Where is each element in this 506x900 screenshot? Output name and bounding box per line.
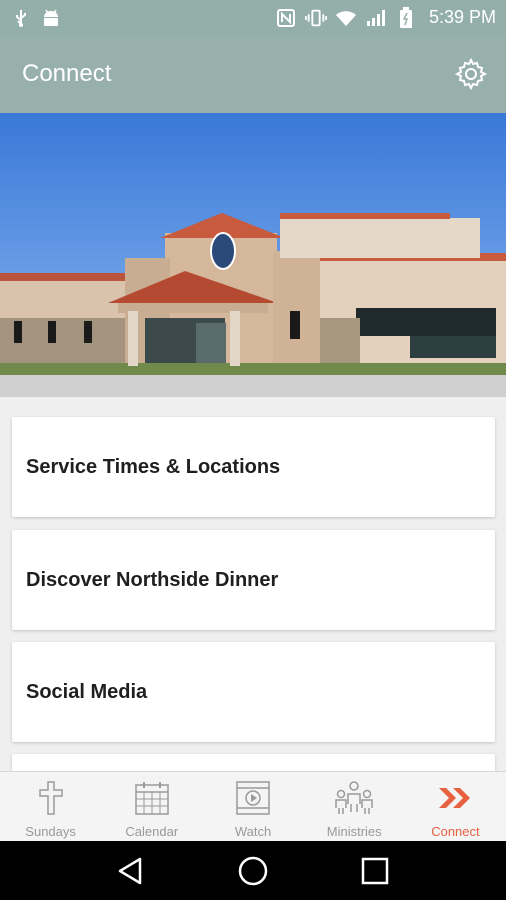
- card-label: Discover Northside Dinner: [26, 568, 279, 591]
- vibrate-icon: [304, 7, 327, 29]
- nav-label: Connect: [431, 824, 480, 839]
- nav-item-calendar[interactable]: Calendar: [101, 772, 202, 841]
- video-icon: [233, 778, 273, 818]
- wifi-icon: [335, 7, 357, 29]
- android-icon: [40, 7, 62, 29]
- nav-label: Watch: [234, 824, 272, 839]
- hero-image: [0, 113, 506, 397]
- content-list: Service Times & Locations Discover North…: [0, 397, 506, 771]
- service-times-card[interactable]: Service Times & Locations: [12, 417, 495, 517]
- nav-label: Calendar: [125, 824, 179, 839]
- partial-card[interactable]: [12, 754, 495, 771]
- system-nav-bar: [0, 841, 506, 900]
- back-icon[interactable]: [111, 851, 151, 891]
- card-label: Service Times & Locations: [26, 455, 281, 478]
- usb-icon: [10, 7, 32, 29]
- app-bar: Connect: [0, 35, 506, 113]
- page-title: Connect: [22, 60, 112, 87]
- gear-icon[interactable]: [454, 57, 488, 91]
- bottom-nav: Sundays Calendar Watch Ministries Connec…: [0, 771, 506, 841]
- nav-label: Ministries: [326, 824, 382, 839]
- nfc-icon: [275, 7, 297, 29]
- nav-item-watch[interactable]: Watch: [202, 772, 303, 841]
- nav-label: Sundays: [25, 824, 76, 839]
- chevrons-icon: [435, 778, 475, 818]
- status-left: [10, 7, 62, 29]
- cross-icon: [31, 778, 71, 818]
- nav-item-ministries[interactable]: Ministries: [304, 772, 405, 841]
- social-media-card[interactable]: Social Media: [12, 642, 495, 742]
- recents-icon[interactable]: [355, 851, 395, 891]
- discover-dinner-card[interactable]: Discover Northside Dinner: [12, 530, 495, 630]
- nav-item-sundays[interactable]: Sundays: [0, 772, 101, 841]
- battery-icon: [395, 6, 417, 29]
- calendar-icon: [132, 778, 172, 818]
- nav-item-connect[interactable]: Connect: [405, 772, 506, 841]
- people-icon: [334, 778, 374, 818]
- card-label: Social Media: [26, 680, 148, 703]
- home-icon[interactable]: [233, 851, 273, 891]
- signal-icon: [365, 7, 387, 29]
- status-right: 5:39 PM: [275, 6, 496, 29]
- status-bar: 5:39 PM: [0, 0, 506, 35]
- status-time: 5:39 PM: [428, 7, 496, 27]
